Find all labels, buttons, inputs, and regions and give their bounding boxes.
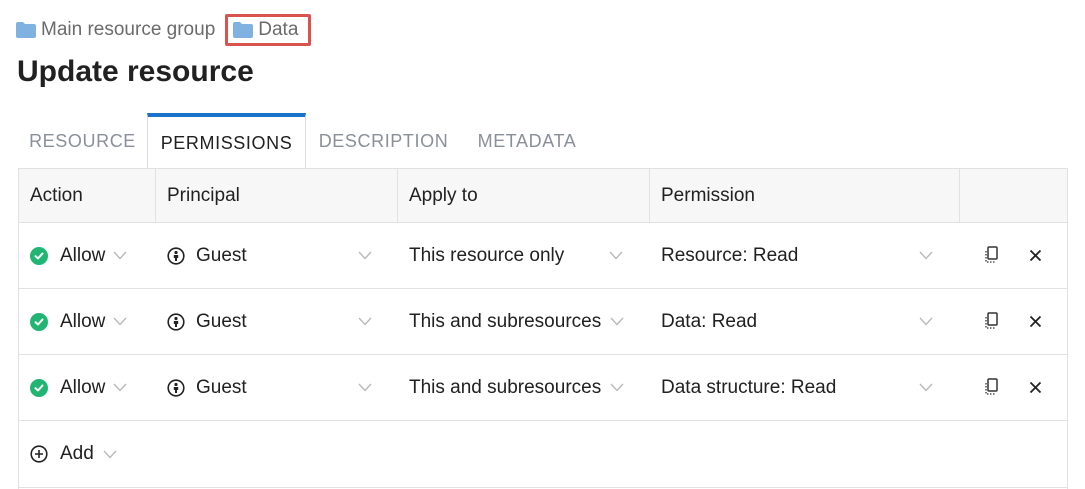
page-title: Update resource [17, 55, 254, 88]
guest-icon [167, 378, 185, 397]
apply-to-value: This and subresources [409, 310, 602, 332]
permission-value: Data structure: Read [661, 376, 837, 398]
close-icon [1029, 249, 1041, 261]
chevron-down-icon [610, 383, 624, 392]
table-row: Allow Guest This and subresources Data s… [19, 355, 1067, 421]
folder-icon [16, 22, 36, 38]
tab-metadata[interactable]: METADATA [461, 113, 593, 169]
add-row: Add [19, 421, 1067, 488]
tab-permissions[interactable]: PERMISSIONS [147, 113, 306, 169]
header-action: Action [30, 184, 83, 206]
chevron-down-icon [103, 450, 117, 459]
check-circle-icon [30, 246, 48, 265]
action-value: Allow [60, 310, 106, 332]
breadcrumb: Main resource group Data [16, 14, 312, 46]
chevron-down-icon[interactable] [919, 317, 933, 326]
chevron-down-icon[interactable] [919, 251, 933, 260]
principal-value: Guest [196, 244, 247, 266]
chevron-down-icon[interactable] [919, 383, 933, 392]
action-value: Allow [60, 244, 106, 266]
apply-to-value: This resource only [409, 244, 565, 266]
permission-select[interactable]: Data: Read [661, 289, 757, 354]
permission-select[interactable]: Data structure: Read [661, 355, 836, 420]
chevron-down-icon [113, 317, 127, 326]
permission-select[interactable]: Resource: Read [661, 223, 798, 288]
check-circle-icon [30, 378, 48, 397]
tab-resource[interactable]: RESOURCE [18, 113, 147, 169]
chevron-down-icon[interactable] [358, 317, 372, 326]
add-label: Add [60, 443, 94, 464]
breadcrumb-item-data[interactable]: Data [225, 14, 312, 46]
principal-select[interactable]: Guest [167, 355, 247, 420]
chevron-down-icon [610, 317, 624, 326]
copy-icon [985, 312, 998, 329]
apply-to-select[interactable]: This and subresources [409, 355, 624, 420]
principal-select[interactable]: Guest [167, 289, 247, 354]
chevron-down-icon[interactable] [609, 251, 623, 260]
principal-value: Guest [196, 376, 247, 398]
header-permission: Permission [649, 169, 959, 222]
plus-circle-icon [30, 445, 48, 463]
chevron-down-icon [113, 251, 127, 260]
principal-value: Guest [196, 310, 247, 332]
breadcrumb-label: Data [258, 19, 299, 40]
delete-row-button[interactable] [1025, 245, 1045, 265]
duplicate-row-button[interactable] [982, 245, 1002, 265]
permissions-table: Action Principal Apply to Permission All… [18, 168, 1068, 489]
apply-to-select[interactable]: This and subresources [409, 289, 624, 354]
delete-row-button[interactable] [1025, 377, 1045, 397]
action-select[interactable]: Allow [30, 223, 127, 288]
table-row: Allow Guest This resource only Resource:… [19, 223, 1067, 289]
table-row: Allow Guest This and subresources Data: … [19, 289, 1067, 355]
chevron-down-icon[interactable] [358, 383, 372, 392]
permission-value: Resource: Read [661, 244, 799, 266]
add-button[interactable]: Add [30, 421, 117, 487]
copy-icon [985, 246, 998, 263]
duplicate-row-button[interactable] [982, 311, 1002, 331]
principal-select[interactable]: Guest [167, 223, 247, 288]
breadcrumb-item-main-resource-group[interactable]: Main resource group [16, 14, 215, 46]
guest-icon [167, 246, 185, 265]
duplicate-row-button[interactable] [982, 377, 1002, 397]
header-apply-to: Apply to [397, 169, 649, 222]
action-select[interactable]: Allow [30, 355, 127, 420]
folder-icon [233, 22, 254, 38]
tab-bar: RESOURCE PERMISSIONS DESCRIPTION METADAT… [18, 113, 593, 169]
guest-icon [167, 312, 185, 331]
action-value: Allow [60, 376, 106, 398]
header-actions-empty [959, 169, 1067, 222]
header-principal: Principal [155, 169, 397, 222]
chevron-down-icon [113, 383, 127, 392]
close-icon [1029, 381, 1041, 393]
chevron-down-icon[interactable] [358, 251, 372, 260]
breadcrumb-label: Main resource group [41, 19, 216, 40]
check-circle-icon [30, 312, 48, 331]
table-header: Action Principal Apply to Permission [19, 169, 1067, 223]
apply-to-value: This and subresources [409, 376, 602, 398]
apply-to-select[interactable]: This resource only [409, 223, 564, 288]
action-select[interactable]: Allow [30, 289, 127, 354]
permission-value: Data: Read [661, 310, 758, 332]
copy-icon [985, 378, 998, 395]
delete-row-button[interactable] [1025, 311, 1045, 331]
close-icon [1029, 315, 1041, 327]
tab-description[interactable]: DESCRIPTION [306, 113, 461, 169]
